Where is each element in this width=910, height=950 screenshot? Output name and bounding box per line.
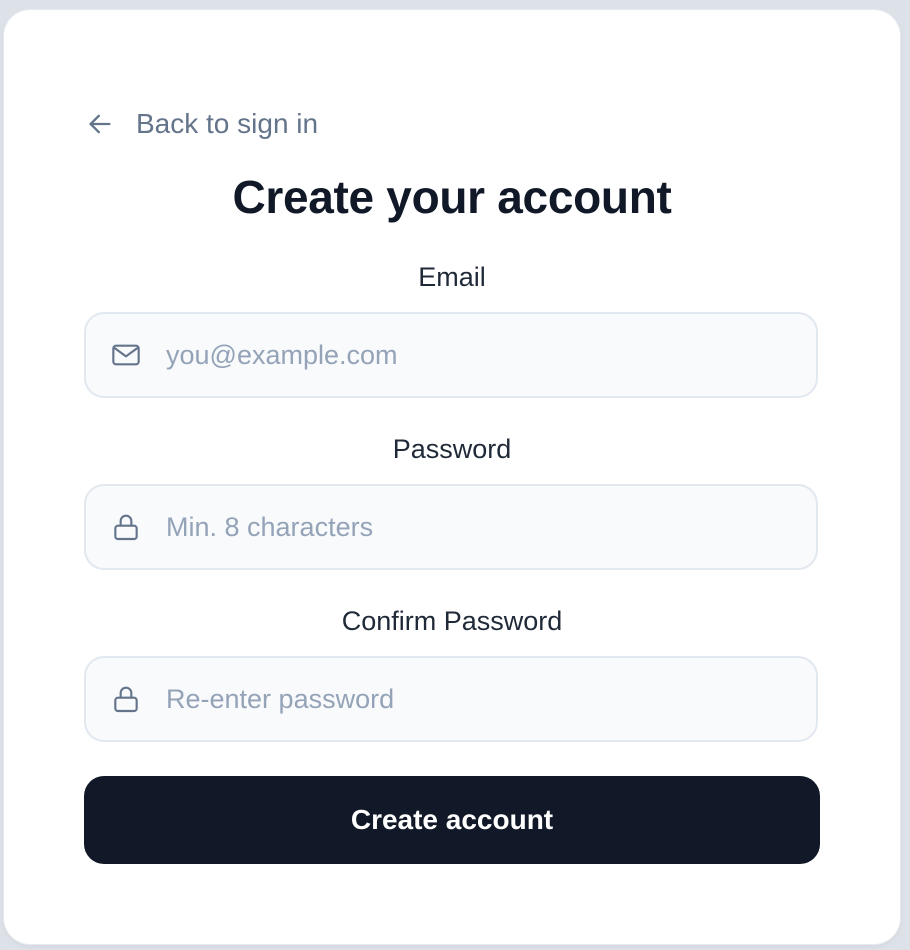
back-to-sign-in-link[interactable]: Back to sign in: [86, 104, 318, 144]
password-label: Password: [392, 434, 512, 464]
confirm-password-label: Confirm Password: [341, 606, 563, 636]
lock-icon: [110, 511, 142, 543]
arrow-left-icon: [86, 110, 114, 138]
signup-card: Back to sign in Create your account Emai…: [4, 10, 900, 944]
mail-icon: [110, 339, 142, 371]
password-field-wrapper: [84, 484, 818, 570]
password-field[interactable]: [166, 486, 796, 568]
confirm-password-field-wrapper: [84, 656, 818, 742]
lock-icon: [110, 683, 142, 715]
page-title: Create your account: [232, 171, 672, 223]
create-account-button[interactable]: Create account: [84, 776, 820, 864]
email-field[interactable]: [166, 314, 796, 396]
email-label: Email: [418, 262, 486, 292]
back-link-label: Back to sign in: [136, 108, 319, 139]
confirm-password-field[interactable]: [166, 658, 796, 740]
email-field-wrapper: [84, 312, 818, 398]
